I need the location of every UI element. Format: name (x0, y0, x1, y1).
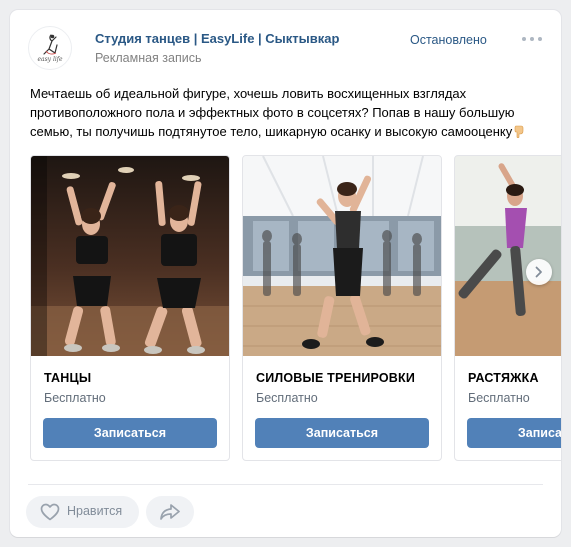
like-label: Нравится (67, 504, 123, 518)
more-options-button[interactable] (521, 32, 543, 46)
carousel-card-dance[interactable]: ТАНЦЫ Бесплатно Записаться (30, 155, 230, 461)
ad-label: Рекламная запись (95, 51, 202, 65)
community-avatar[interactable]: easy life (28, 26, 72, 70)
post-divider (28, 484, 543, 485)
signup-button[interactable]: Записаться (467, 418, 561, 448)
product-carousel: ТАНЦЫ Бесплатно Записаться СИЛОВЫЕ ТРЕНИ… (30, 155, 561, 461)
post-header: easy life Студия танцев | EasyLife | Сык… (28, 26, 543, 70)
ad-status-link[interactable]: Остановлено (410, 33, 487, 47)
community-name-link[interactable]: Студия танцев | EasyLife | Сыктывкар (95, 31, 339, 46)
carousel-card-stretching[interactable]: РАСТЯЖКА Бесплатно Записаться (454, 155, 561, 461)
signup-button[interactable]: Записаться (43, 418, 217, 448)
pointing-down-hand-emoji (514, 125, 524, 138)
signup-button[interactable]: Записаться (255, 418, 429, 448)
more-horizontal-icon (522, 37, 526, 41)
dancer-logo-icon (43, 34, 58, 55)
card-title: ТАНЦЫ (44, 371, 92, 385)
card-price: Бесплатно (468, 391, 530, 405)
carousel-card-strength[interactable]: СИЛОВЫЕ ТРЕНИРОВКИ Бесплатно Записаться (242, 155, 442, 461)
heart-outline-icon (40, 503, 60, 521)
like-button[interactable]: Нравится (26, 496, 139, 528)
post-text: Мечтаешь об идеальной фигуре, хочешь лов… (30, 84, 550, 141)
card-price: Бесплатно (44, 391, 106, 405)
avatar-caption: easy life (37, 56, 63, 63)
card-title: РАСТЯЖКА (468, 371, 539, 385)
share-button[interactable] (146, 496, 194, 528)
card-image-strength (243, 156, 441, 356)
card-title: СИЛОВЫЕ ТРЕНИРОВКИ (256, 371, 416, 385)
card-image-stretching (455, 156, 561, 356)
ad-post: easy life Студия танцев | EasyLife | Сык… (10, 10, 561, 537)
card-image-dance (31, 156, 229, 356)
post-body-text: Мечтаешь об идеальной фигуре, хочешь лов… (30, 86, 515, 139)
share-arrow-icon (160, 504, 180, 520)
carousel-next-button[interactable] (526, 259, 552, 285)
chevron-right-icon (535, 266, 542, 278)
card-price: Бесплатно (256, 391, 318, 405)
